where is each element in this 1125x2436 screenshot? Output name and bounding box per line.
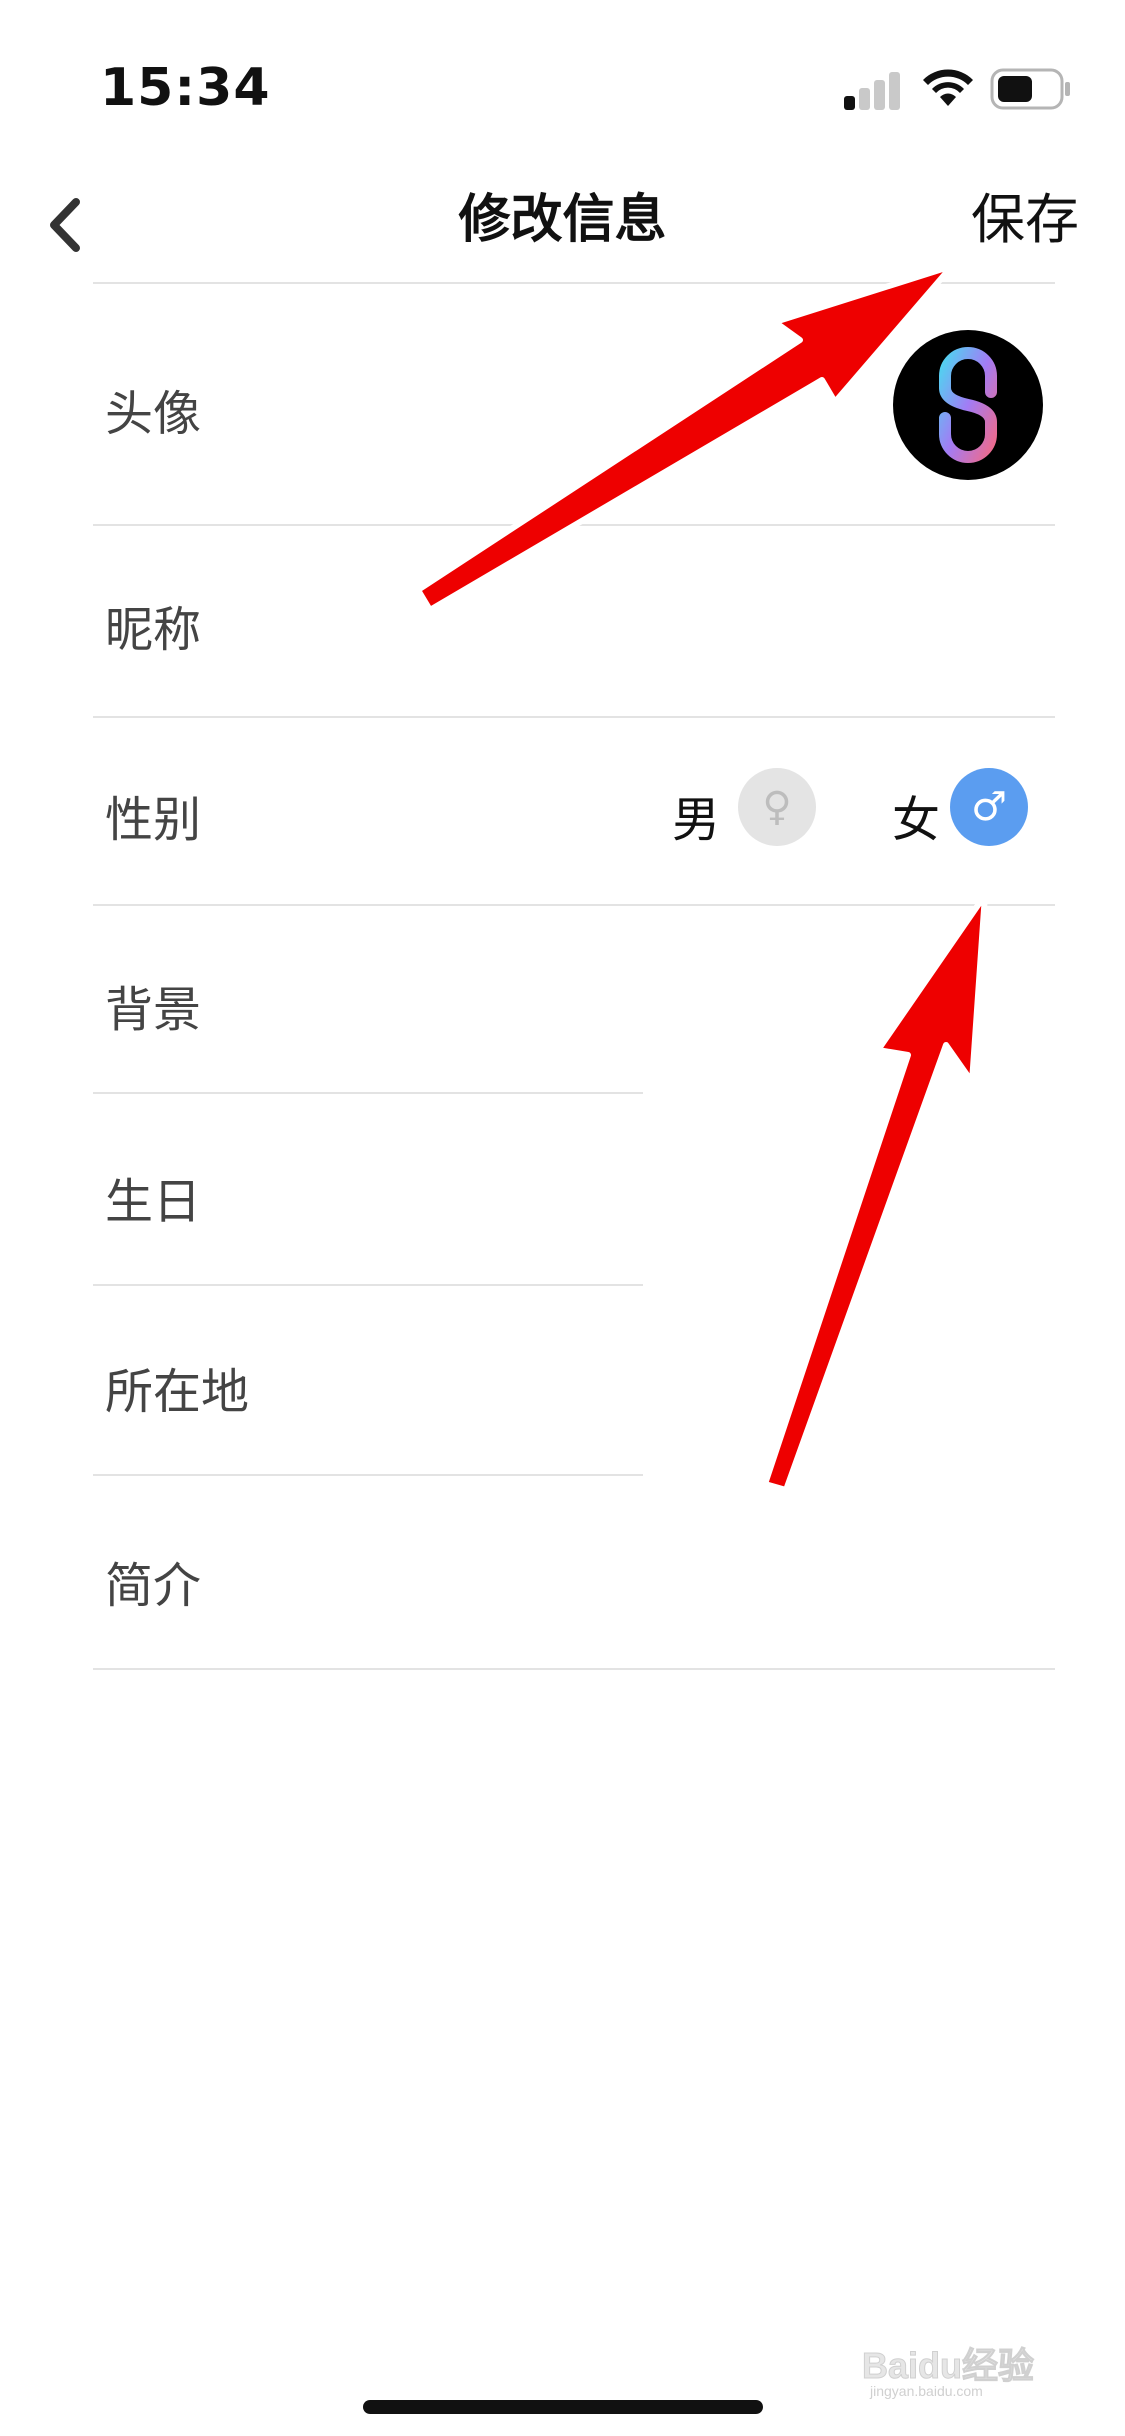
baidu-watermark-logo: Baidu经验 jingyan.baidu.com (862, 2345, 1035, 2400)
bio-label: 简介 (105, 1558, 202, 1614)
cellular-signal-icon (844, 70, 904, 110)
birthday-row[interactable] (93, 1094, 1055, 1284)
svg-text:jingyan.baidu.com: jingyan.baidu.com (869, 2383, 983, 2399)
status-bar: 15:34 (0, 0, 1125, 180)
save-button[interactable]: 保存 (971, 180, 1079, 260)
gender-male-label[interactable]: 男 (672, 780, 720, 850)
nickname-label: 昵称 (105, 602, 202, 658)
avatar-label: 头像 (105, 386, 202, 442)
page-title: 修改信息 (458, 190, 667, 250)
navigation-bar: 修改信息 保存 (0, 180, 1125, 280)
divider (93, 1668, 1055, 1670)
wifi-icon (923, 69, 973, 106)
avatar[interactable] (893, 330, 1043, 480)
gender-female-radio[interactable]: ♂ (950, 768, 1028, 846)
location-label: 所在地 (105, 1364, 250, 1420)
home-indicator[interactable] (363, 2400, 763, 2414)
svg-text:Baidu经验: Baidu经验 (862, 2345, 1034, 2386)
bio-row[interactable] (93, 1476, 1055, 1668)
gender-female-label[interactable]: 女 (892, 780, 940, 850)
gender-label: 性别 (105, 792, 202, 848)
app-logo-icon (939, 347, 997, 480)
divider (93, 716, 1055, 718)
battery-icon (990, 68, 1070, 110)
background-row[interactable] (93, 906, 1055, 1092)
status-time: 15:34 (100, 58, 271, 118)
background-label: 背景 (105, 982, 202, 1038)
birthday-label: 生日 (105, 1174, 202, 1230)
nickname-row[interactable] (93, 526, 1055, 716)
gender-male-radio[interactable]: ♀ (738, 768, 816, 846)
